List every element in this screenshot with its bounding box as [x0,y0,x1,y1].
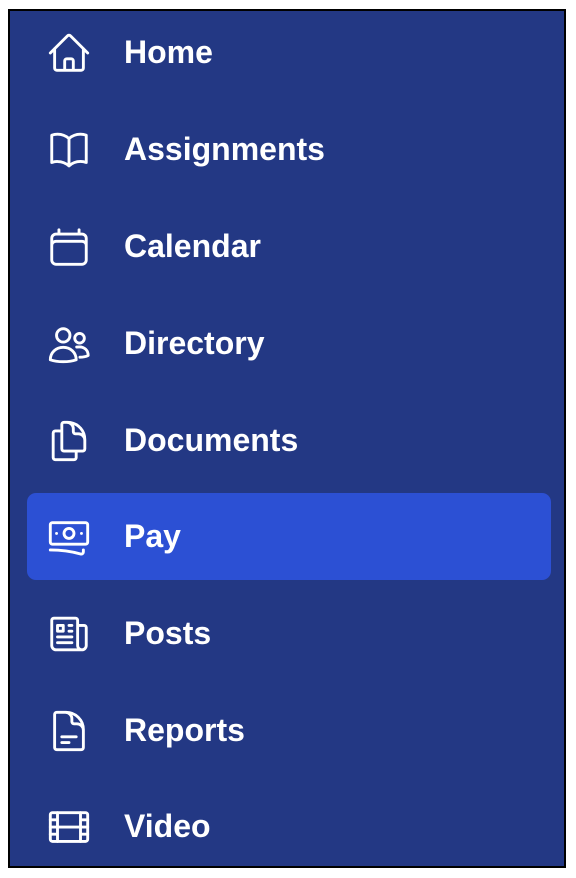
home-icon [46,30,92,76]
sidebar-item-label: Reports [124,712,245,748]
sidebar-item-label: Documents [124,422,299,458]
sidebar-item-label: Directory [124,325,265,361]
sidebar-item-label: Home [124,34,213,70]
sidebar-item-posts[interactable]: Posts [27,590,551,677]
book-icon [46,127,92,173]
sidebar-item-label: Assignments [124,131,325,167]
sidebar-item-pay[interactable]: Pay [27,493,551,580]
sidebar-item-label: Video [124,808,211,844]
money-icon [46,514,92,560]
sidebar-item-directory[interactable]: Directory [27,300,551,387]
users-icon [46,321,92,367]
sidebar-item-documents[interactable]: Documents [27,397,551,484]
documents-icon [46,418,92,464]
sidebar-item-home[interactable]: Home [27,11,551,96]
sidebar-item-label: Calendar [124,228,261,264]
film-icon [46,804,92,850]
document-text-icon [46,708,92,754]
sidebar-item-reports[interactable]: Reports [27,687,551,774]
sidebar-item-video[interactable]: Video [27,783,551,866]
newspaper-icon [46,611,92,657]
sidebar-item-label: Pay [124,518,181,554]
sidebar-item-calendar[interactable]: Calendar [27,203,551,290]
sidebar: Home Assignments Calendar Directory Docu… [8,9,566,868]
sidebar-item-assignments[interactable]: Assignments [27,106,551,193]
sidebar-item-label: Posts [124,615,212,651]
calendar-icon [46,224,92,270]
